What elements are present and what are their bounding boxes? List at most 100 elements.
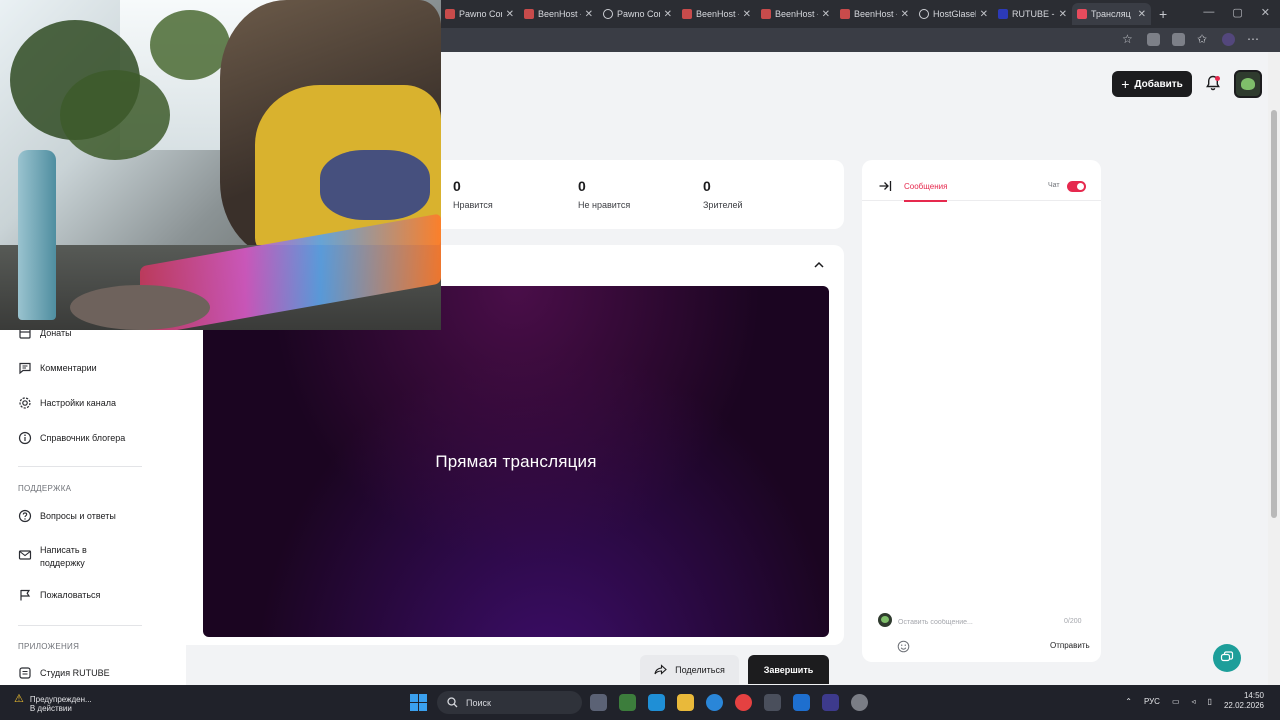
new-tab-button[interactable]: +: [1159, 6, 1167, 22]
battery-icon[interactable]: ▯: [1208, 697, 1212, 706]
close-icon[interactable]: ✕: [743, 9, 751, 20]
sidebar-heading-support: ПОДДЕРЖКА: [18, 484, 72, 493]
browser-tab[interactable]: Pawno Con ✕: [440, 3, 519, 25]
finish-stream-button[interactable]: Завершить: [748, 655, 829, 684]
minimize-icon[interactable]: —: [1203, 6, 1214, 19]
close-icon[interactable]: ✕: [1138, 9, 1146, 20]
yandex-browser-icon[interactable]: [735, 694, 752, 711]
browser-tab[interactable]: Pawno Con ✕: [598, 3, 677, 25]
live-video-preview[interactable]: Прямая трансляция: [203, 286, 829, 637]
sidebar-item-faq[interactable]: Вопросы и ответы: [18, 509, 178, 523]
start-button-icon[interactable]: [410, 694, 427, 711]
chevron-up-icon[interactable]: [812, 258, 826, 272]
scrollbar-thumb[interactable]: [1271, 110, 1277, 518]
user-avatar[interactable]: [1234, 70, 1262, 98]
studio-app-icon: [18, 666, 32, 680]
collapse-panel-icon[interactable]: [878, 179, 892, 193]
close-icon[interactable]: ✕: [822, 9, 830, 20]
sidebar-item-label: Справочник блогера: [40, 433, 126, 443]
edge-browser-icon[interactable]: [706, 694, 723, 711]
extension-icon[interactable]: [1147, 33, 1160, 46]
file-explorer-icon[interactable]: [677, 694, 694, 711]
tab-title: Pawno Con: [617, 9, 660, 19]
browser-tab-active[interactable]: Трансляц ✕: [1072, 3, 1151, 25]
beenhost-icon: [761, 9, 771, 19]
tab-messages[interactable]: Сообщения: [904, 182, 948, 202]
browser-tab[interactable]: RUTUBE - c ✕: [993, 3, 1072, 25]
help-chat-button[interactable]: [1213, 644, 1241, 672]
browser-tab[interactable]: BeenHost - ✕: [519, 3, 598, 25]
sidebar-item-comments[interactable]: Комментарии: [18, 361, 178, 375]
stat-dislikes: 0 Не нравится: [578, 178, 630, 210]
close-window-icon[interactable]: ✕: [1261, 6, 1270, 19]
close-icon[interactable]: ✕: [901, 9, 909, 20]
window-controls: — ▢ ✕: [1203, 6, 1270, 19]
favorites-icon[interactable]: ✩: [1197, 33, 1210, 46]
beenhost-icon: [840, 9, 850, 19]
webcam-plant: [60, 70, 170, 160]
sidebar-item-label: Студия RUTUBE: [40, 668, 110, 678]
add-button-label: Добавить: [1134, 78, 1183, 90]
clock[interactable]: 14:50 22.02.2026: [1224, 691, 1264, 711]
tray-chevron-icon[interactable]: ⌃: [1125, 697, 1132, 706]
search-placeholder: Поиск: [466, 697, 491, 708]
chat-toggle[interactable]: [1067, 181, 1086, 192]
question-icon: [18, 509, 32, 523]
close-icon[interactable]: ✕: [980, 9, 988, 20]
mail-app-icon[interactable]: [793, 694, 810, 711]
warning-icon: ⚠: [14, 693, 24, 705]
sidebar-heading-apps: ПРИЛОЖЕНИЯ: [18, 642, 80, 651]
task-view-icon[interactable]: [590, 694, 607, 711]
close-icon[interactable]: ✕: [506, 9, 514, 20]
stat-caption: Не нравится: [578, 200, 631, 210]
system-tray: ⌃ РУС ▭ ◃ ▯ 14:50 22.02.2026: [1125, 691, 1264, 711]
notifications-bell-icon[interactable]: [1205, 75, 1221, 93]
sidebar-item-rutube-studio[interactable]: Студия RUTUBE: [18, 666, 178, 680]
browser-tab[interactable]: BeenHost - ✕: [677, 3, 756, 25]
taskbar-search[interactable]: Поиск: [437, 691, 582, 714]
globe-icon: [603, 9, 613, 19]
clock-date: 22.02.2026: [1223, 701, 1264, 710]
share-button[interactable]: Поделиться: [640, 655, 739, 684]
browser-tab[interactable]: BeenHost - ✕: [756, 3, 835, 25]
browser-tab[interactable]: BeenHost - ✕: [835, 3, 914, 25]
store-app-icon[interactable]: [648, 694, 665, 711]
rutube-icon: [998, 9, 1008, 19]
browser-tab[interactable]: HostGlasel ✕: [914, 3, 993, 25]
settings-icon[interactable]: [1172, 33, 1185, 46]
input-language[interactable]: РУС: [1144, 697, 1160, 706]
tab-title: Pawno Con: [459, 9, 502, 19]
volume-icon[interactable]: ◃: [1192, 697, 1196, 706]
stat-caption: Зрителей: [703, 200, 743, 210]
tab-title: BeenHost -: [854, 9, 897, 19]
emoji-icon[interactable]: [897, 640, 910, 653]
bookmark-star-icon[interactable]: ☆: [1122, 33, 1135, 46]
close-icon[interactable]: ✕: [585, 9, 593, 20]
visual-studio-icon[interactable]: [822, 694, 839, 711]
chat-char-counter: 0/200: [1064, 618, 1082, 625]
maximize-icon[interactable]: ▢: [1232, 6, 1242, 19]
taskbar-warning[interactable]: ⚠ Предупрежден... В действии: [14, 693, 92, 714]
notification-dot: [1215, 76, 1220, 81]
beenhost-icon: [524, 9, 534, 19]
obs-icon[interactable]: [851, 694, 868, 711]
sidebar-item-contact-support[interactable]: Написать в поддержку: [18, 543, 108, 570]
profile-avatar-icon[interactable]: [1222, 33, 1235, 46]
chat-message-input[interactable]: [898, 613, 1090, 631]
globe-icon: [919, 9, 929, 19]
close-icon[interactable]: ✕: [664, 9, 672, 20]
add-button[interactable]: + Добавить: [1112, 71, 1192, 97]
calculator-icon[interactable]: [764, 694, 781, 711]
share-button-label: Поделиться: [675, 664, 725, 675]
page-scrollbar[interactable]: [1268, 52, 1280, 685]
sidebar-item-label: Вопросы и ответы: [40, 511, 116, 521]
notepad-plus-icon[interactable]: [619, 694, 636, 711]
sidebar-item-blogger-guide[interactable]: Справочник блогера: [18, 431, 178, 445]
network-icon[interactable]: ▭: [1172, 697, 1180, 706]
send-message-button[interactable]: Отправить: [1050, 641, 1090, 650]
close-icon[interactable]: ✕: [1059, 9, 1067, 20]
sidebar-item-channel-settings[interactable]: Настройки канала: [18, 396, 178, 410]
more-menu-icon[interactable]: ⋯: [1247, 33, 1260, 46]
sidebar-item-report[interactable]: Пожаловаться: [18, 588, 178, 602]
chat-header: Сообщения Чат: [862, 160, 1101, 202]
